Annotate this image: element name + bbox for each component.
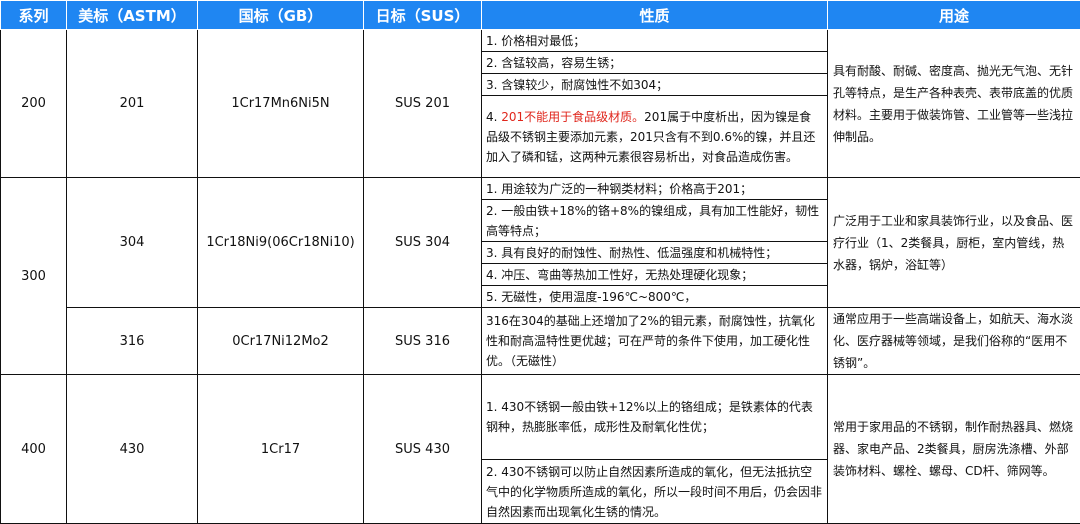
table-row: 200 201 1Cr17Mn6Ni5N SUS 201 1. 价格相对最低； … — [1, 30, 1080, 52]
property-cell: 5. 无磁性，使用温度-196℃~800℃， — [482, 286, 828, 308]
sus-cell: SUS 430 — [364, 375, 482, 524]
astm-cell: 430 — [67, 375, 198, 524]
property-cell: 3. 含镍较少，耐腐蚀性不如304； — [482, 74, 828, 96]
header-series: 系列 — [1, 1, 67, 30]
header-astm: 美标（ASTM） — [67, 1, 198, 30]
table-row: 400 430 1Cr17 SUS 430 1. 430不锈钢一般由铁+12%以… — [1, 375, 1080, 460]
sus-cell: SUS 201 — [364, 30, 482, 178]
sus-cell: SUS 304 — [364, 178, 482, 308]
property-cell: 4. 冲压、弯曲等热加工性好，无热处理硬化现象； — [482, 264, 828, 286]
property-cell: 2. 一般由铁+18%的铬+8%的镍组成，具有加工性能好，韧性高等特点； — [482, 200, 828, 242]
stainless-steel-comparison-table: 系列 美标（ASTM） 国标（GB） 日标（SUS） 性质 用途 200 201… — [0, 0, 1080, 524]
sus-cell: SUS 316 — [364, 308, 482, 375]
gb-cell: 1Cr17Mn6Ni5N — [198, 30, 364, 178]
property-cell: 4. 201不能用于食品级材质。201属于中度析出，因为镍是食品级不锈钢主要添加… — [482, 96, 828, 178]
series-cell: 200 — [1, 30, 67, 178]
use-cell: 常用于家用品的不锈钢，制作耐热器具、燃烧器、家电产品、2类餐具，厨房洗涤槽、外部… — [828, 375, 1080, 524]
gb-cell: 1Cr17 — [198, 375, 364, 524]
header-properties: 性质 — [482, 1, 828, 30]
table-row: 316 0Cr17Ni12Mo2 SUS 316 316在304的基础上还增加了… — [1, 308, 1080, 375]
property-cell: 1. 430不锈钢一般由铁+12%以上的铬组成；是铁素体的代表钢种，热膨胀率低，… — [482, 375, 828, 460]
property-cell: 316在304的基础上还增加了2%的钼元素，耐腐蚀性，抗氧化性和耐高温特性更优越… — [482, 308, 828, 375]
food-grade-warning: 201不能用于食品级材质。 — [501, 110, 644, 124]
use-cell: 通常应用于一些高端设备上，如航天、海水淡化、医疗器械等领域，是我们俗称的“医用不… — [828, 308, 1080, 375]
series-cell: 400 — [1, 375, 67, 524]
astm-cell: 316 — [67, 308, 198, 375]
property-number: 4. — [486, 110, 501, 124]
use-cell: 广泛用于工业和家具装饰行业，以及食品、医疗行业（1、2类餐具，厨柜，室内管线，热… — [828, 178, 1080, 308]
series-cell: 300 — [1, 178, 67, 375]
header-uses: 用途 — [828, 1, 1080, 30]
header-row: 系列 美标（ASTM） 国标（GB） 日标（SUS） 性质 用途 — [1, 1, 1080, 30]
table-row: 300 304 1Cr18Ni9(06Cr18Ni10) SUS 304 1. … — [1, 178, 1080, 200]
astm-cell: 201 — [67, 30, 198, 178]
header-gb: 国标（GB） — [198, 1, 364, 30]
astm-cell: 304 — [67, 178, 198, 308]
gb-cell: 1Cr18Ni9(06Cr18Ni10) — [198, 178, 364, 308]
property-cell: 3. 具有良好的耐蚀性、耐热性、低温强度和机械特性； — [482, 242, 828, 264]
gb-cell: 0Cr17Ni12Mo2 — [198, 308, 364, 375]
property-cell: 2. 含锰较高，容易生锈； — [482, 52, 828, 74]
property-cell: 1. 用途较为广泛的一种钢类材料；价格高于201； — [482, 178, 828, 200]
header-sus: 日标（SUS） — [364, 1, 482, 30]
property-cell: 1. 价格相对最低； — [482, 30, 828, 52]
use-cell: 具有耐酸、耐碱、密度高、抛光无气泡、无针孔等特点，是生产各种表壳、表带底盖的优质… — [828, 30, 1080, 178]
property-cell: 2. 430不锈钢可以防止自然因素所造成的氧化，但无法抵抗空气中的化学物质所造成… — [482, 460, 828, 524]
